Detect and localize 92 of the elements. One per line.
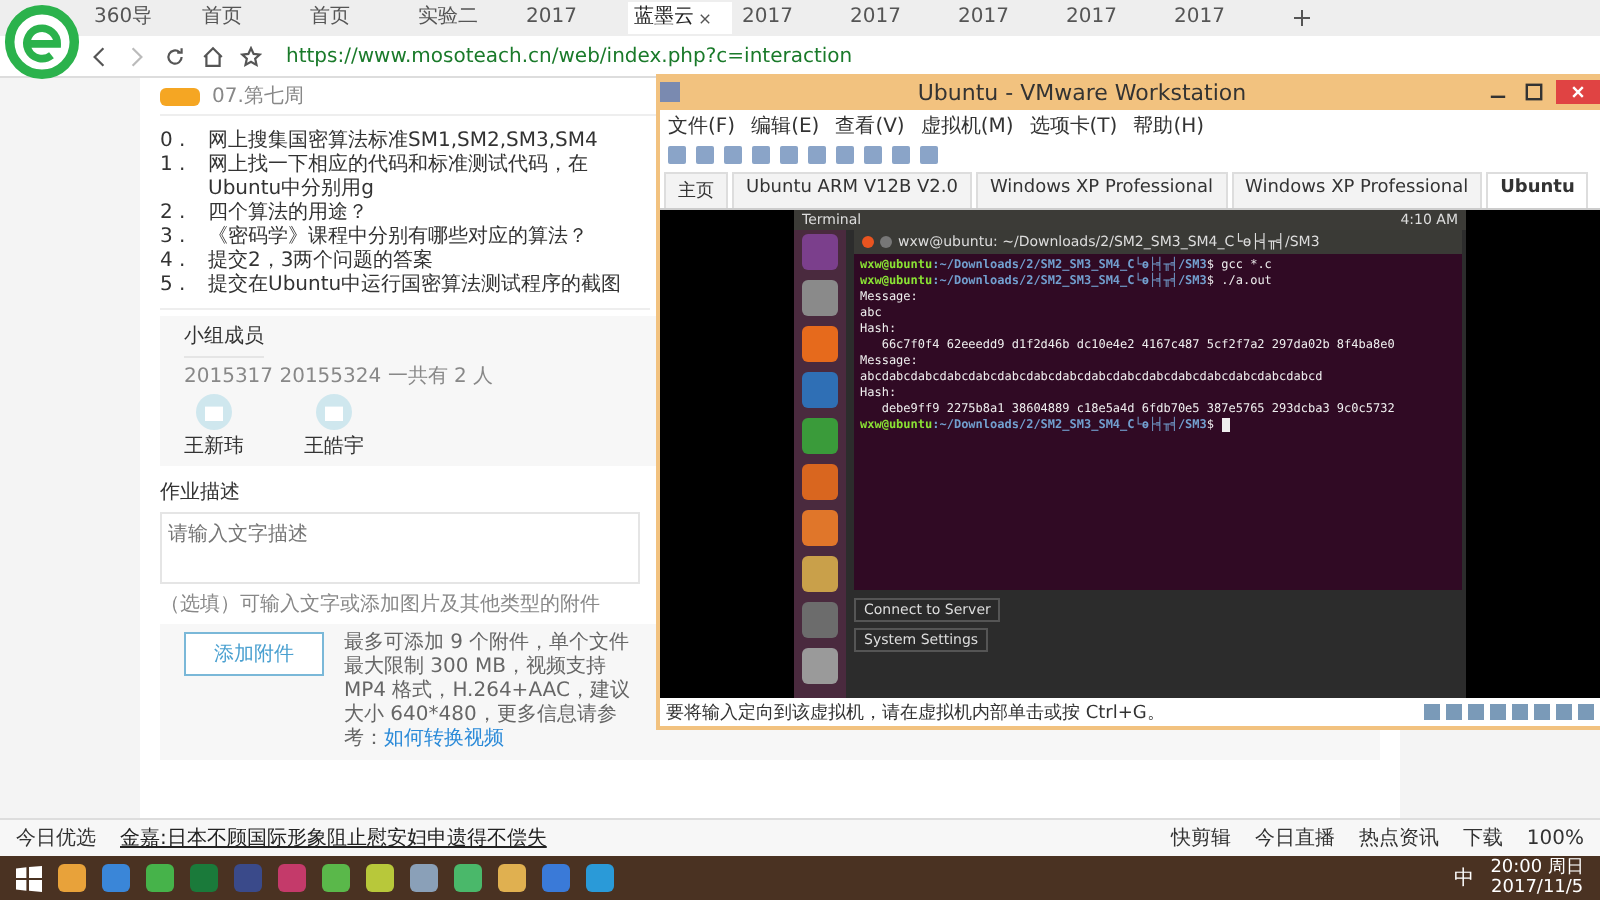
browser-tab[interactable]: 首页 xyxy=(196,2,300,34)
member-name: 王皓宇 xyxy=(304,433,364,460)
browser-tab[interactable]: 2017 xyxy=(520,2,624,34)
status-item[interactable]: 今日直播 xyxy=(1254,824,1335,852)
browser-tab[interactable]: 2017 xyxy=(844,2,948,34)
vm-tab[interactable]: Windows XP Professional xyxy=(1231,172,1483,208)
app-icon[interactable] xyxy=(542,864,570,892)
browser-tab[interactable]: 2017 xyxy=(952,2,1056,34)
task-number: 4 . xyxy=(160,250,188,274)
launcher-icon[interactable] xyxy=(802,372,838,408)
vm-tab[interactable]: Ubuntu ARM V12B V2.0 xyxy=(732,172,972,208)
browser-tab[interactable]: 2017 xyxy=(736,2,840,34)
maximize-icon[interactable] xyxy=(1520,80,1548,104)
menu-item[interactable]: 文件(F) xyxy=(668,112,736,140)
back-icon[interactable] xyxy=(88,45,110,67)
vm-tab[interactable]: Windows XP Professional xyxy=(975,172,1228,208)
vm-tab[interactable]: 主页 xyxy=(664,172,728,208)
task-number: 3 . xyxy=(160,226,188,250)
member-name: 王新玮 xyxy=(184,433,244,460)
home-icon[interactable] xyxy=(202,45,224,67)
menu-item[interactable]: 查看(V) xyxy=(835,112,905,140)
task-text: 网上搜集国密算法标准SM1,SM2,SM3,SM4 xyxy=(208,130,598,153)
browser-tab[interactable]: 蓝墨云 xyxy=(628,2,732,34)
status-item[interactable]: 快剪辑 xyxy=(1170,824,1231,852)
week-title: 07.第七周 xyxy=(212,83,304,110)
task-number: 5 . xyxy=(160,274,188,298)
forward-icon[interactable] xyxy=(126,45,148,67)
members-title: 小组成员 xyxy=(184,322,264,358)
avatar-icon xyxy=(196,394,232,430)
close-icon[interactable] xyxy=(1556,80,1600,104)
course-badge xyxy=(160,87,200,105)
app-icon[interactable] xyxy=(102,864,130,892)
browser-tab[interactable]: 2017 xyxy=(1168,2,1272,34)
description-field[interactable]: 请输入文字描述 xyxy=(160,512,640,584)
launcher-icon[interactable] xyxy=(802,464,838,500)
star-icon[interactable] xyxy=(240,45,262,67)
news-link[interactable]: 金嘉:日本不顾国际形象阻止慰安妇申遗得不偿失 xyxy=(120,824,547,852)
members-summary: 2015317 20155324 一共有 2 人 xyxy=(184,363,494,390)
task-text: 四个算法的用途？ xyxy=(208,202,368,225)
menu-item[interactable]: 虚拟机(M) xyxy=(920,112,1014,140)
vm-tab[interactable]: Ubuntu xyxy=(1486,172,1589,208)
app-icon xyxy=(660,82,680,102)
launcher-icon[interactable] xyxy=(802,280,838,316)
plus-icon[interactable] xyxy=(1292,8,1312,28)
app-icon[interactable] xyxy=(586,864,614,892)
optional-note: （选填）可输入文字或添加图片及其他类型的附件 xyxy=(160,591,600,618)
status-message: 要将输入定向到该虚拟机，请在虚拟机内部单击或按 Ctrl+G。 xyxy=(666,701,1165,725)
attach-note: 最多可添加 9 个附件，单个文件最大限制 300 MB，视频支持 MP4 格式，H.264+AAC，建议大小 640*480，更多信息请参考：如何转换视频 xyxy=(344,632,632,752)
menu-item[interactable]: 编辑(E) xyxy=(751,112,820,140)
task-number: 0 . xyxy=(160,130,188,154)
menu-item[interactable]: 帮助(H) xyxy=(1133,112,1205,140)
address-field[interactable]: https://www.mosoteach.cn/web/index.php?c=interaction xyxy=(278,43,861,69)
clock-date[interactable]: 2017/11/5 xyxy=(1491,878,1584,898)
browser-tab[interactable]: 首页 xyxy=(304,2,408,34)
task-text: 提交在Ubuntu中运行国密算法测试程序的截图 xyxy=(208,274,622,298)
task-text: 网上找一下相应的代码和标准测试代码，在Ubuntu中分别用g xyxy=(208,154,590,201)
task-number: 2 . xyxy=(160,202,188,226)
launcher-icon[interactable] xyxy=(802,418,838,454)
close-icon[interactable] xyxy=(862,236,874,248)
refresh-icon[interactable] xyxy=(164,45,186,67)
app-icon[interactable] xyxy=(454,864,482,892)
description-label: 作业描述 xyxy=(160,479,240,506)
task-number: 1 . xyxy=(160,154,188,180)
browser-tab[interactable]: 360导 xyxy=(88,2,192,34)
avatar-icon xyxy=(316,394,352,430)
status-item[interactable]: 热点资讯 xyxy=(1358,824,1439,852)
clock-time[interactable]: 20:00 周日 xyxy=(1490,858,1584,878)
launcher-icon[interactable] xyxy=(802,510,838,546)
launcher-icon[interactable] xyxy=(802,556,838,592)
browser-tab[interactable]: 2017 xyxy=(1060,2,1164,34)
convert-video-link[interactable]: 如何转换视频 xyxy=(384,728,504,750)
close-icon[interactable] xyxy=(698,11,712,25)
daily-picks-label[interactable]: 今日优选 xyxy=(16,824,96,852)
app-icon[interactable] xyxy=(498,864,526,892)
status-item[interactable]: 下载 xyxy=(1462,824,1503,852)
task-text: 提交2，3两个问题的答案 xyxy=(208,250,434,273)
browser-tab[interactable]: 实验二 xyxy=(412,2,516,34)
app-icon[interactable] xyxy=(146,864,174,892)
launcher-icon[interactable] xyxy=(802,602,838,638)
windows-logo-icon[interactable] xyxy=(16,865,42,891)
menu-item[interactable]: 选项卡(T) xyxy=(1029,112,1118,140)
launcher-icon[interactable] xyxy=(802,326,838,362)
launcher-icon[interactable] xyxy=(802,648,838,684)
ime-indicator[interactable]: 中 xyxy=(1454,864,1475,892)
zoom-level[interactable]: 100% xyxy=(1526,827,1584,849)
app-icon[interactable] xyxy=(322,864,350,892)
task-text: 《密码学》课程中分别有哪些对应的算法？ xyxy=(208,226,588,249)
window-title: Ubuntu - VMware Workstation xyxy=(915,79,1249,105)
app-icon[interactable] xyxy=(366,864,394,892)
launcher-icon[interactable] xyxy=(802,234,838,270)
app-icon[interactable] xyxy=(58,864,86,892)
app-icon[interactable] xyxy=(410,864,438,892)
